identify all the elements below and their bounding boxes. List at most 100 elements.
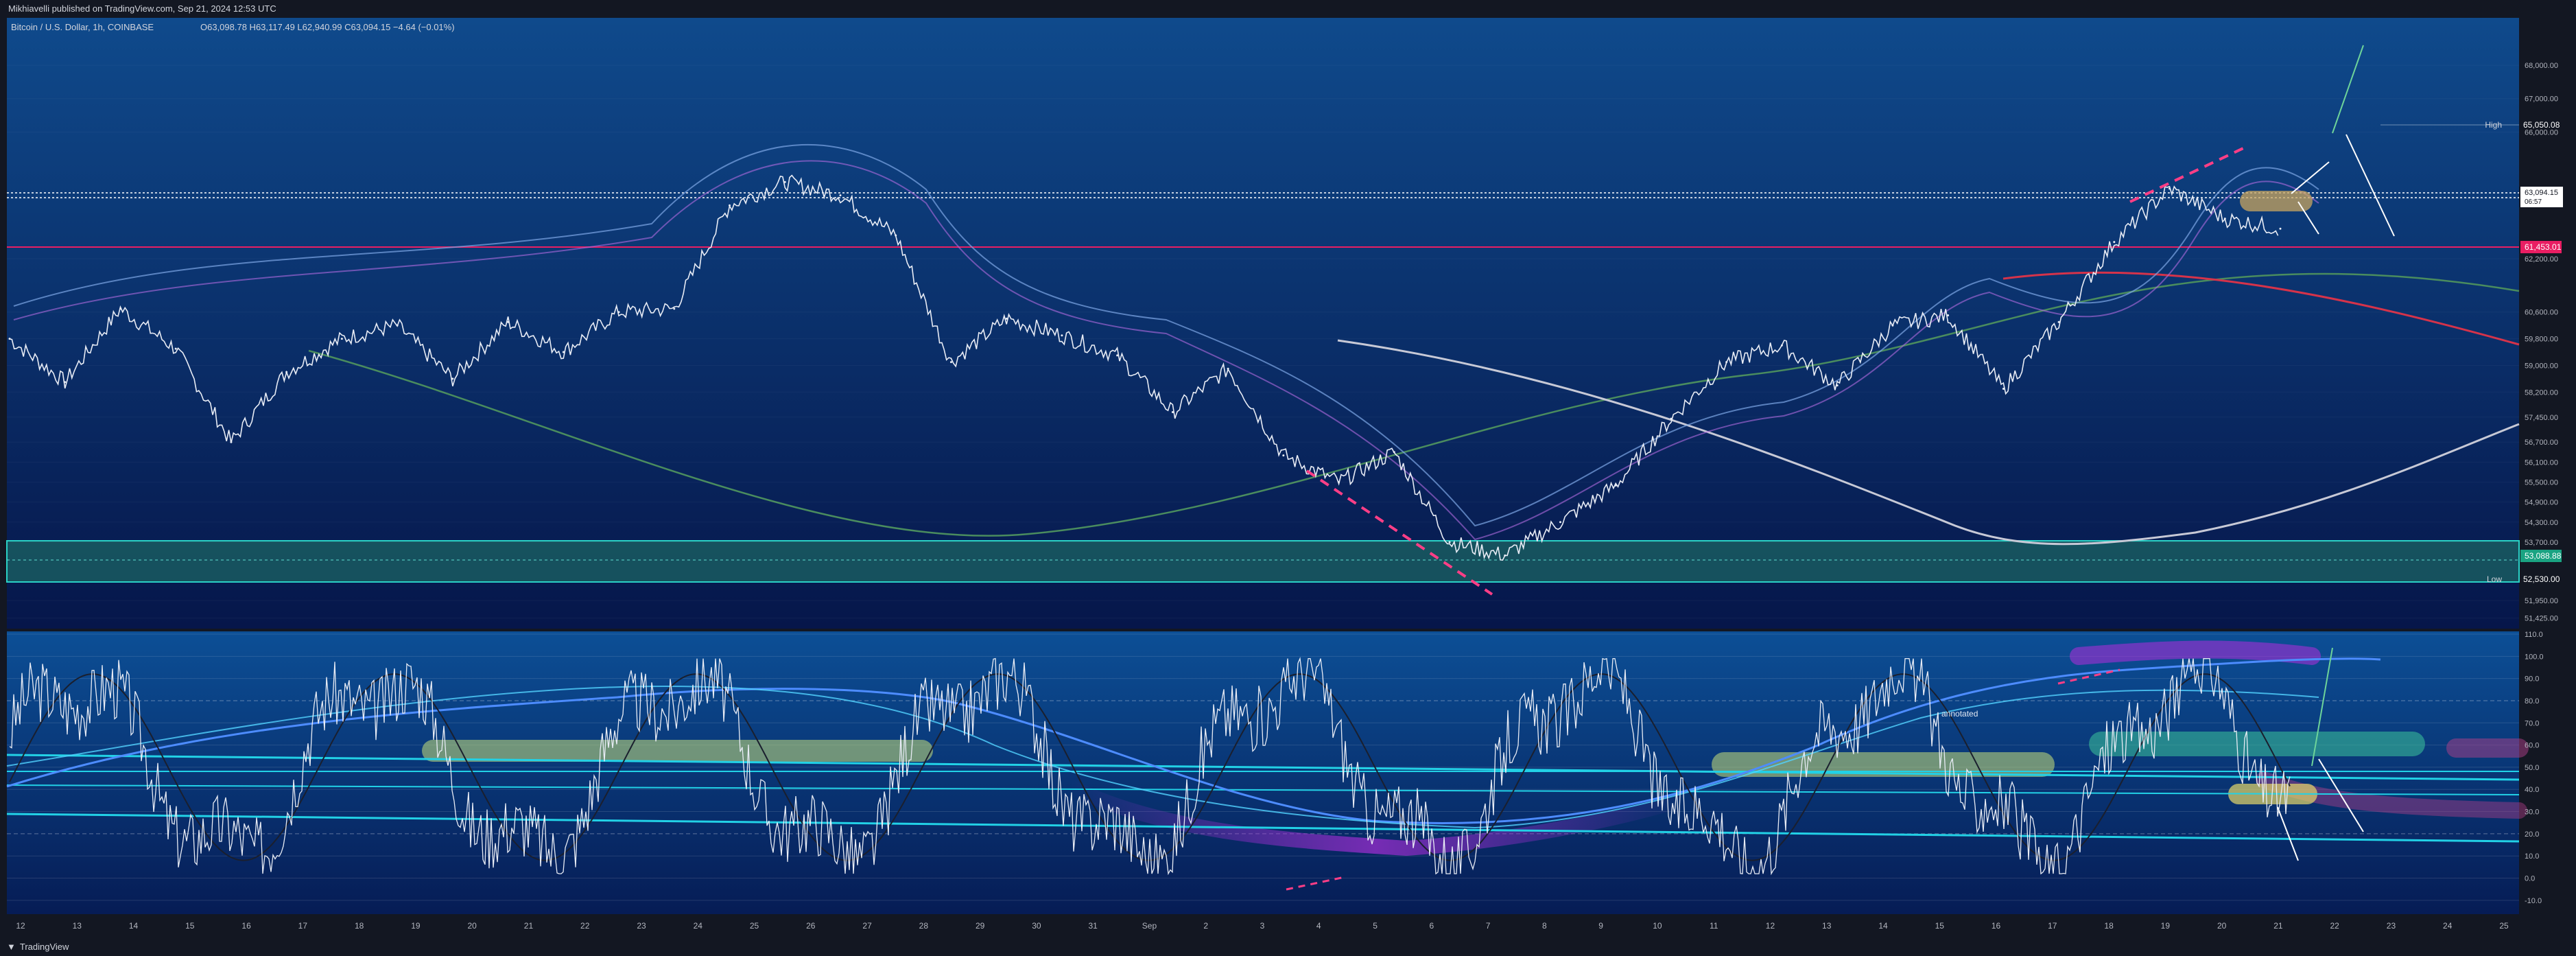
price-point — [1891, 324, 1894, 327]
chart-canvas[interactable]: annotated 12 13 14 15 16 17 18 19 20 21 22 23 24 25 26… — [0, 18, 2576, 937]
price-point — [1504, 554, 1506, 557]
osc-tick-label: 50.0 — [2525, 764, 2539, 772]
price-tick-label: 60,600.00 — [2525, 309, 2558, 317]
price-point — [895, 234, 897, 237]
time-tick-label: 5 — [1373, 921, 1378, 931]
brand-name: TradingView — [19, 942, 69, 952]
price-tick-label: 62,200.00 — [2525, 255, 2558, 264]
price-point — [2169, 187, 2171, 190]
price-tick-label: 55,500.00 — [2525, 478, 2558, 487]
price-point — [285, 371, 288, 373]
osc-tick-label: 60.0 — [2525, 742, 2539, 750]
time-tick-label: 31 — [1089, 921, 1098, 931]
price-point — [1725, 361, 1728, 364]
support-zone — [6, 540, 2520, 583]
price-point — [839, 194, 842, 197]
price-point — [396, 324, 399, 327]
time-tick-label: 6 — [1429, 921, 1434, 931]
high-value: 65,050.08 — [2523, 120, 2560, 130]
time-tick-label: 13 — [1822, 921, 1832, 931]
osc-tick-label: 10.0 — [2525, 852, 2539, 861]
support-value: 53,088.88 — [2525, 551, 2562, 561]
price-point — [1780, 344, 1783, 347]
time-tick-label: 19 — [411, 921, 421, 931]
time-tick-label: 14 — [1878, 921, 1888, 931]
price-point — [1227, 367, 1229, 370]
publisher-text: Mikhiavelli published on TradingView.com… — [8, 3, 276, 14]
time-tick-label: 9 — [1598, 921, 1603, 931]
time-tick-label: 4 — [1316, 921, 1321, 931]
tradingview-logo-icon: ▼ — [7, 942, 16, 952]
time-tick-label: 24 — [694, 921, 703, 931]
osc-annotation: annotated — [1941, 709, 1978, 719]
current-price-value: 63,094.15 — [2525, 189, 2558, 197]
time-tick-label: 15 — [185, 921, 195, 931]
price-tick-label: 66,000.00 — [2525, 128, 2558, 137]
time-tick-label: 15 — [1935, 921, 1945, 931]
time-tick-label: 3 — [1260, 921, 1265, 931]
time-tick-label: 22 — [2330, 921, 2340, 931]
price-point — [1005, 317, 1008, 320]
price-point — [64, 381, 67, 384]
time-tick-label: 7 — [1486, 921, 1491, 931]
price-point — [2279, 227, 2282, 230]
price-point — [2223, 218, 2226, 220]
low-value: 52,530.00 — [2523, 574, 2560, 584]
price-tick-label: 68,000.00 — [2525, 62, 2558, 70]
osc-pane-background — [7, 631, 2519, 914]
price-point — [673, 307, 676, 310]
price-point — [1282, 454, 1285, 457]
time-tick-label: 19 — [2161, 921, 2171, 931]
osc-zone-green-1 — [422, 740, 933, 762]
price-point — [119, 307, 121, 310]
price-tick-label: 51,950.00 — [2525, 597, 2558, 605]
time-tick-label: 18 — [355, 921, 364, 931]
time-tick-label: 20 — [2217, 921, 2227, 931]
time-tick-label: 2 — [1203, 921, 1208, 931]
time-tick-label: 17 — [2048, 921, 2057, 931]
time-tick-label: 14 — [129, 921, 139, 931]
price-point — [2057, 320, 2060, 323]
price-point — [1614, 484, 1617, 487]
time-tick-label: 23 — [637, 921, 646, 931]
osc-tick-label: 100.0 — [2525, 653, 2544, 661]
time-tick-label: 11 — [1710, 921, 1718, 931]
current-price-countdown: 06:57 — [2525, 198, 2542, 206]
price-tick-label: 59,800.00 — [2525, 336, 2558, 344]
osc-axis-background — [2519, 631, 2576, 914]
price-point — [1947, 314, 1950, 317]
price-tick-label: 53,700.00 — [2525, 539, 2558, 547]
osc-tick-label: 40.0 — [2525, 786, 2539, 794]
time-tick-label: 28 — [919, 921, 929, 931]
time-tick-label: 27 — [862, 921, 872, 931]
time-tick-label: 17 — [298, 921, 308, 931]
price-tick-label: 51,425.00 — [2525, 614, 2558, 622]
time-tick-label: 10 — [1653, 921, 1662, 931]
price-point — [2002, 387, 2005, 390]
time-tick-label: 12 — [1766, 921, 1775, 931]
price-point — [1116, 354, 1119, 357]
resistance-value: 61,453.01 — [2525, 242, 2562, 252]
price-point — [1836, 384, 1839, 387]
price-point — [451, 377, 454, 380]
time-tick-label: 18 — [2104, 921, 2114, 931]
time-tick-label: 12 — [16, 921, 25, 931]
price-tick-label: 54,300.00 — [2525, 519, 2558, 527]
price-tick-label: 54,900.00 — [2525, 499, 2558, 507]
price-point — [1393, 451, 1395, 454]
time-tick-label: 20 — [468, 921, 477, 931]
low-label: Low — [2487, 574, 2502, 584]
time-tick-label: 13 — [73, 921, 82, 931]
time-tick-label: 23 — [2387, 921, 2396, 931]
pane-separator — [0, 629, 2576, 631]
price-point — [729, 204, 731, 207]
high-label: High — [2485, 120, 2502, 130]
osc-tick-label: 70.0 — [2525, 719, 2539, 727]
time-tick-label: 24 — [2443, 921, 2453, 931]
price-pane-background — [7, 18, 2519, 629]
ohlc-readout: O63,098.78 H63,117.49 L62,940.99 C63,094… — [200, 22, 455, 32]
price-tick-label: 56,100.00 — [2525, 458, 2558, 467]
time-tick-label: 16 — [241, 921, 251, 931]
osc-tick-label: 20.0 — [2525, 830, 2539, 839]
time-tick-label: Sep — [1142, 921, 1157, 931]
